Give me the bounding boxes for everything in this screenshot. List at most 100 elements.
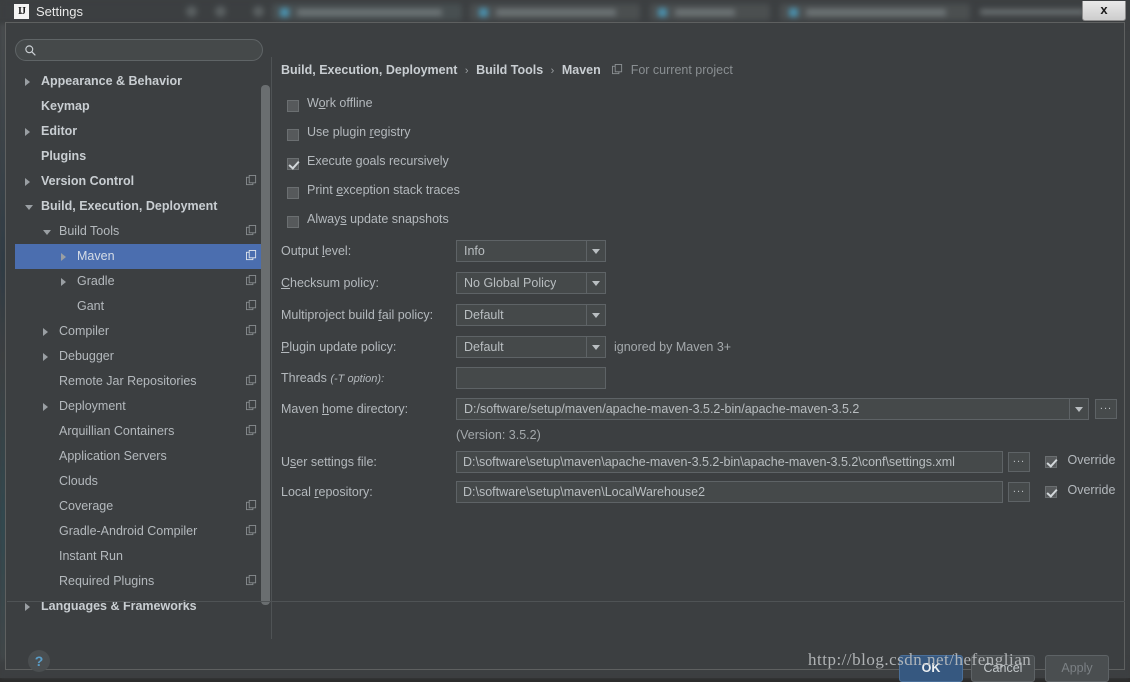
multiproject-fail-policy-dropdown[interactable]: Default [456, 304, 606, 326]
chevron-right-icon[interactable] [25, 178, 30, 186]
sidebar-item-application-servers[interactable]: Application Servers [15, 444, 263, 469]
chevron-right-icon[interactable] [61, 278, 66, 286]
sidebar-item-compiler[interactable]: Compiler [15, 319, 263, 344]
sidebar-item-coverage[interactable]: Coverage [15, 494, 263, 519]
breadcrumb-part-1[interactable]: Build, Execution, Deployment [281, 63, 457, 77]
sidebar-item-build-execution-deployment[interactable]: Build, Execution, Deployment [15, 194, 263, 219]
footer-divider [7, 601, 1125, 602]
breadcrumb-part-2[interactable]: Build Tools [476, 63, 543, 77]
module-icon [246, 300, 257, 311]
sidebar-item-label: Deployment [59, 399, 126, 413]
threads-label: Threads (-T option): [281, 371, 384, 385]
close-icon[interactable]: x [1082, 1, 1126, 21]
sidebar-item-appearance-behavior[interactable]: Appearance & Behavior [15, 69, 263, 94]
threads-input[interactable] [456, 367, 606, 389]
local-repository-override-checkbox[interactable] [1045, 486, 1057, 498]
sidebar-item-label: Compiler [59, 324, 110, 338]
sidebar-item-remote-jar-repositories[interactable]: Remote Jar Repositories [15, 369, 263, 394]
checkbox-indicator[interactable] [287, 129, 299, 141]
user-settings-override-checkbox[interactable] [1045, 456, 1057, 468]
sidebar-item-label: Instant Run [59, 549, 123, 563]
checkbox-indicator[interactable] [287, 216, 299, 228]
search-box[interactable] [15, 39, 263, 62]
module-icon [246, 500, 257, 511]
user-settings-browse-button[interactable]: ... [1008, 452, 1030, 472]
output-level-dropdown[interactable]: Info [456, 240, 606, 262]
chevron-down-icon[interactable] [25, 205, 33, 214]
sidebar-item-label: Appearance & Behavior [41, 74, 183, 88]
sidebar-item-keymap[interactable]: Keymap [15, 94, 263, 119]
sidebar-item-instant-run[interactable]: Instant Run [15, 544, 263, 569]
maven-home-dropdown[interactable]: D:/software/setup/maven/apache-maven-3.5… [456, 398, 1089, 420]
local-repository-override[interactable]: Override [1045, 483, 1115, 498]
local-repository-value: D:\software\setup\maven\LocalWarehouse2 [463, 485, 706, 499]
settings-tree[interactable]: Appearance & Behavior Keymap Editor Plugins… [15, 69, 263, 639]
output-level-value: Info [464, 244, 485, 258]
sidebar-item-editor[interactable]: Editor [15, 119, 263, 144]
chevron-down-icon[interactable] [43, 230, 51, 239]
sidebar-item-label: Build Tools [59, 224, 120, 238]
sidebar-item-label: Debugger [59, 349, 114, 363]
chevron-right-icon[interactable] [25, 78, 30, 86]
sidebar-item-maven[interactable]: Maven [15, 244, 263, 269]
sidebar-item-gradle[interactable]: Gradle [15, 269, 263, 294]
checksum-policy-label: Checksum policy: [281, 276, 379, 290]
sidebar-divider [271, 57, 272, 639]
sidebar-item-arquillian-containers[interactable]: Arquillian Containers [15, 419, 263, 444]
local-repository-browse-button[interactable]: ... [1008, 482, 1030, 502]
intellij-logo-icon: IJ [14, 4, 29, 19]
search-icon [25, 45, 36, 56]
chevron-right-icon[interactable] [25, 603, 30, 611]
sidebar-item-languages-frameworks[interactable]: Languages & Frameworks [15, 594, 263, 619]
plugin-update-policy-value: Default [464, 340, 504, 354]
sidebar-item-deployment[interactable]: Deployment [15, 394, 263, 419]
chevron-down-icon[interactable] [586, 305, 605, 325]
local-repository-label-text: Local repository: [281, 485, 373, 499]
user-settings-override-label: Override [1067, 453, 1116, 467]
maven-home-label: Maven home directory: [281, 402, 408, 416]
multiproject-fail-policy-label-text: Multiproject build fail policy: [281, 308, 434, 322]
threads-label-text: Threads [281, 371, 327, 385]
chevron-right-icon[interactable] [43, 353, 48, 361]
sidebar-item-plugins[interactable]: Plugins [15, 144, 263, 169]
chevron-down-icon[interactable] [586, 337, 605, 357]
user-settings-override[interactable]: Override [1045, 453, 1116, 468]
module-icon [246, 225, 257, 236]
checkbox-label: Always update snapshots [307, 212, 449, 226]
sidebar-item-clouds[interactable]: Clouds [15, 469, 263, 494]
checkbox-label: Use plugin registry [307, 125, 411, 139]
chevron-right-icon[interactable] [43, 328, 48, 336]
breadcrumb-separator: › [550, 65, 555, 77]
chevron-down-icon[interactable] [586, 241, 605, 261]
chevron-down-icon[interactable] [1069, 399, 1088, 419]
breadcrumb-part-3[interactable]: Maven [562, 63, 601, 77]
sidebar-scrollbar[interactable] [261, 85, 270, 637]
sidebar-item-gant[interactable]: Gant [15, 294, 263, 319]
chevron-down-icon[interactable] [586, 273, 605, 293]
checksum-policy-label-text: Checksum policy: [281, 276, 379, 290]
chevron-right-icon[interactable] [43, 403, 48, 411]
sidebar-item-build-tools[interactable]: Build Tools [15, 219, 263, 244]
checkbox-indicator[interactable] [287, 187, 299, 199]
sidebar-item-required-plugins[interactable]: Required Plugins [15, 569, 263, 594]
checksum-policy-dropdown[interactable]: No Global Policy [456, 272, 606, 294]
sidebar-item-debugger[interactable]: Debugger [15, 344, 263, 369]
plugin-update-policy-dropdown[interactable]: Default [456, 336, 606, 358]
multiproject-fail-policy-value: Default [464, 308, 504, 322]
chevron-right-icon[interactable] [61, 253, 66, 261]
sidebar-item-version-control[interactable]: Version Control [15, 169, 263, 194]
user-settings-input[interactable]: D:\software\setup\maven\apache-maven-3.5… [456, 451, 1003, 473]
checkbox-indicator[interactable] [287, 158, 299, 170]
checkbox-indicator[interactable] [287, 100, 299, 112]
chevron-right-icon[interactable] [25, 128, 30, 136]
sidebar-scrollbar-thumb[interactable] [261, 85, 270, 605]
breadcrumb-scope-note: For current project [630, 63, 733, 77]
plugin-update-policy-label: Plugin update policy: [281, 340, 396, 354]
help-icon[interactable]: ? [28, 650, 50, 672]
user-settings-label: User settings file: [281, 455, 377, 469]
search-input[interactable] [42, 40, 256, 62]
plugin-update-policy-hint: ignored by Maven 3+ [614, 340, 732, 354]
maven-home-browse-button[interactable]: ... [1095, 399, 1117, 419]
sidebar-item-gradle-android-compiler[interactable]: Gradle-Android Compiler [15, 519, 263, 544]
local-repository-input[interactable]: D:\software\setup\maven\LocalWarehouse2 [456, 481, 1003, 503]
